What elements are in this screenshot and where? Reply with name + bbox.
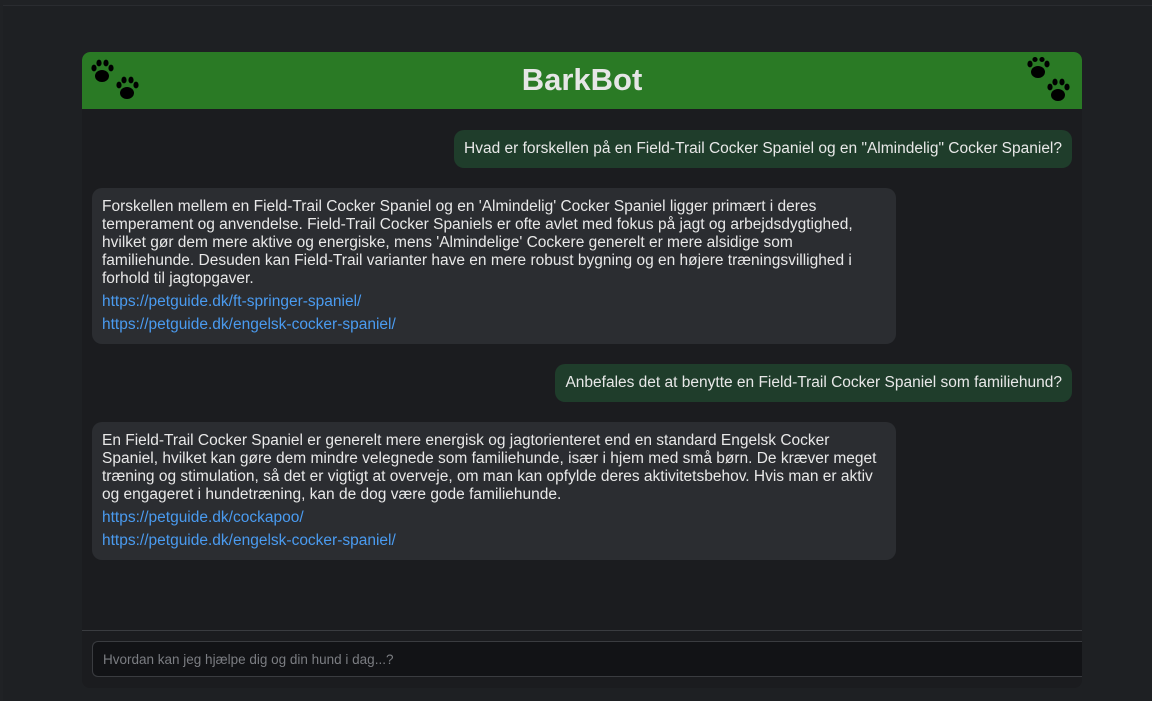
chat-app: BarkBot Hvad er forskellen på en Field-T… xyxy=(82,52,1082,688)
chat-input[interactable] xyxy=(92,641,1082,677)
message-text: Forskellen mellem en Field-Trail Cocker … xyxy=(102,198,853,287)
paw-prints-icon xyxy=(1027,57,1070,101)
message-text: Anbefales det at benytte en Field-Trail … xyxy=(565,374,1062,391)
bot-message: En Field-Trail Cocker Spaniel er generel… xyxy=(92,422,896,560)
message-text: En Field-Trail Cocker Spaniel er generel… xyxy=(102,432,877,503)
source-link[interactable]: https://petguide.dk/engelsk-cocker-spani… xyxy=(102,316,886,334)
user-message: Anbefales det at benytte en Field-Trail … xyxy=(555,364,1072,402)
page-background: BarkBot Hvad er forskellen på en Field-T… xyxy=(3,5,1152,701)
bot-message: Forskellen mellem en Field-Trail Cocker … xyxy=(92,188,896,344)
source-link[interactable]: https://petguide.dk/cockapoo/ xyxy=(102,509,886,527)
source-link[interactable]: https://petguide.dk/ft-springer-spaniel/ xyxy=(102,293,886,311)
app-title: BarkBot xyxy=(521,62,643,97)
user-message: Hvad er forskellen på en Field-Trail Coc… xyxy=(454,130,1072,168)
message-text: Hvad er forskellen på en Field-Trail Coc… xyxy=(464,140,1062,157)
input-divider xyxy=(82,630,1082,631)
header-bar: BarkBot xyxy=(82,52,1082,109)
chat-history: Hvad er forskellen på en Field-Trail Coc… xyxy=(82,109,1082,630)
source-link[interactable]: https://petguide.dk/engelsk-cocker-spani… xyxy=(102,532,886,550)
